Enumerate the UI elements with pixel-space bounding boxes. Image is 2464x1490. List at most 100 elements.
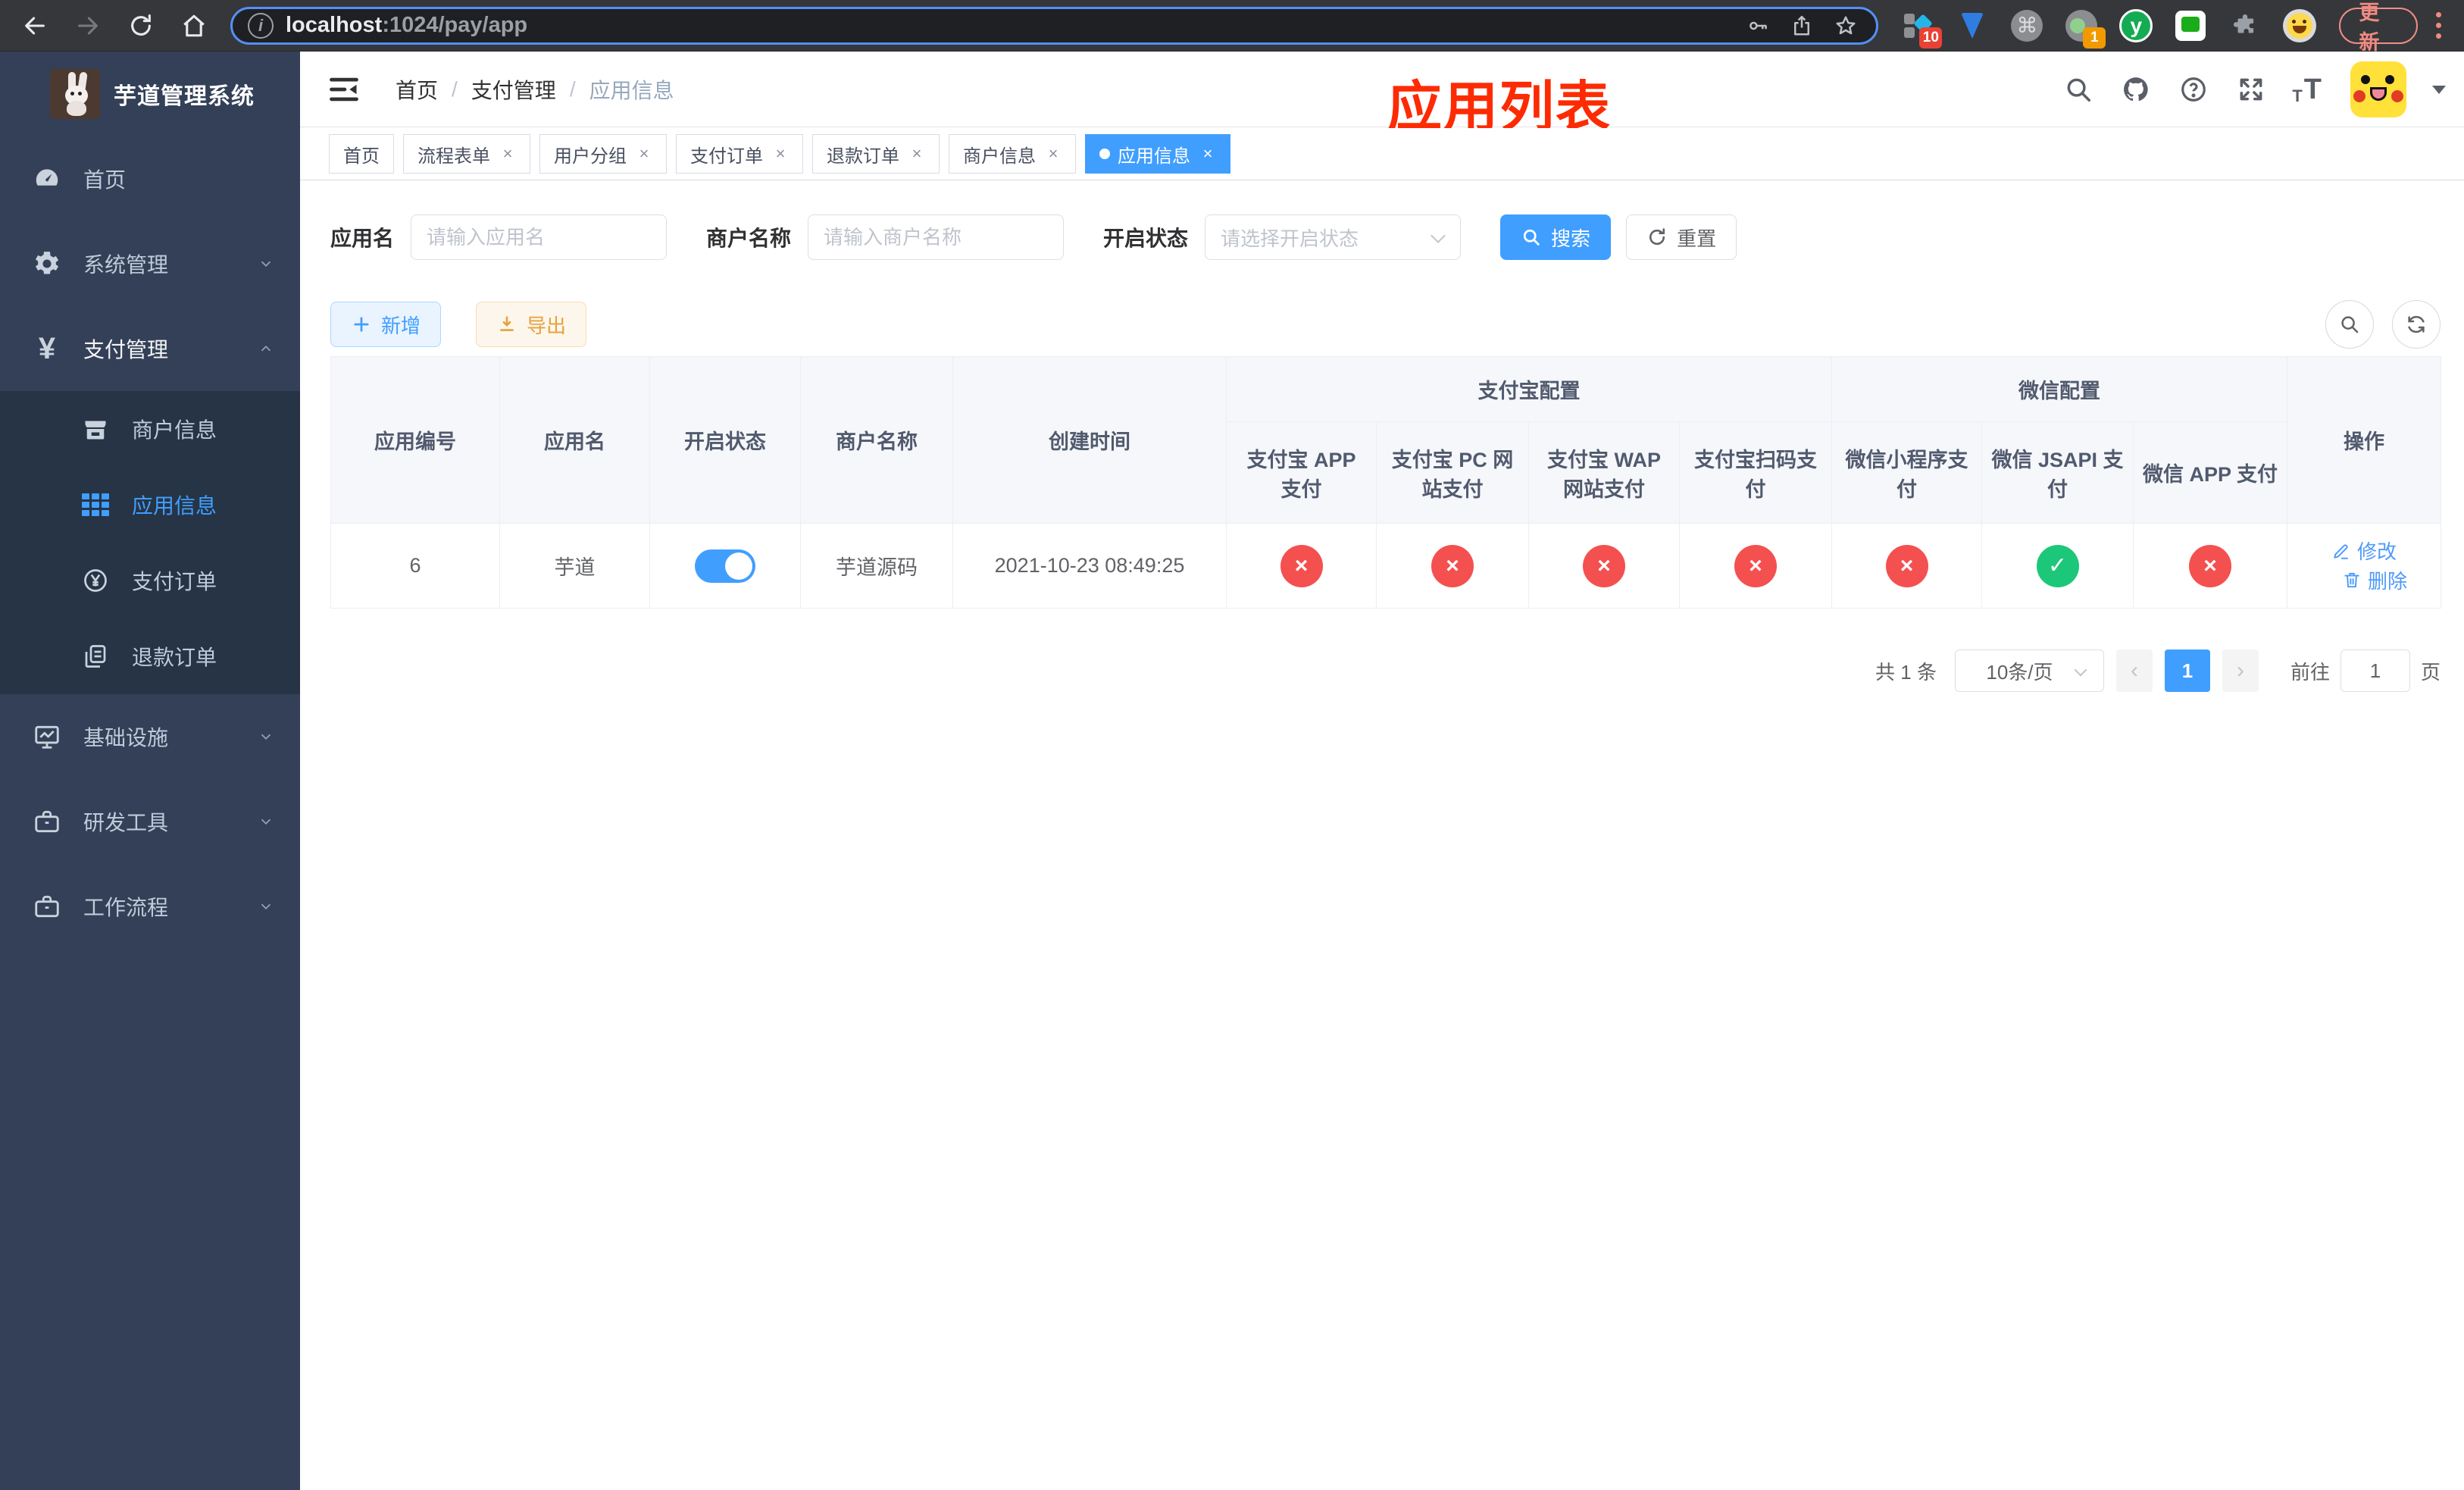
help-icon[interactable] [2177,73,2210,106]
sidebar-item-payment[interactable]: ¥ 支付管理 [0,306,300,391]
ext-chat-icon[interactable] [2174,9,2207,42]
sidebar-item-dev-tools[interactable]: 研发工具 [0,779,300,864]
tab-process-form[interactable]: 流程表单 [403,134,530,174]
sidebar-item-home[interactable]: 首页 [0,136,300,221]
browser-update-button[interactable]: 更新 [2339,2,2419,54]
col-header-alipay-app: 支付宝 APP 支付 [1226,421,1377,524]
tags-view-bar: 首页 流程表单 用户分组 支付订单 退款订单 商户信息 应用信息 [300,128,2464,180]
caret-down-icon[interactable] [2432,85,2446,94]
merchant-name-input[interactable] [808,214,1065,260]
goto-page-input[interactable] [2340,650,2410,692]
tab-close-icon[interactable] [636,144,652,164]
reload-icon[interactable] [124,9,158,42]
yen-icon: ¥ [38,332,56,365]
col-header-wechat-app: 微信 APP 支付 [2133,421,2287,524]
add-button[interactable]: 新增 [330,302,441,347]
sidebar-item-pay-order[interactable]: 支付订单 [0,543,300,618]
collapse-sidebar-icon[interactable] [326,71,362,108]
url-bar[interactable]: i localhost:1024/pay/app [230,6,1879,45]
col-header-wechat-jsapi: 微信 JSAPI 支付 [1981,421,2134,524]
tab-home[interactable]: 首页 [329,134,394,174]
ext-lens-icon[interactable]: 1 [2065,9,2106,49]
status-select[interactable]: 请选择开启状态 [1205,214,1462,260]
ext-y-icon[interactable]: y [2119,8,2153,42]
app-name-input[interactable] [411,214,668,260]
forward-icon[interactable] [71,9,105,42]
info-icon[interactable]: i [248,12,274,39]
search-button[interactable]: 搜索 [1500,214,1612,260]
tab-pay-order[interactable]: 支付订单 [676,134,803,174]
sidebar-item-workflow[interactable]: 工作流程 [0,864,300,949]
font-size-icon[interactable]: TT [2292,74,2322,106]
ext-blocks-icon[interactable]: 10 [1901,9,1943,49]
cell-app-id: 6 [330,523,500,609]
sidebar-item-label: 基础设施 [83,726,169,750]
sidebar-item-system[interactable]: 系统管理 [0,221,300,306]
logo-image [50,69,100,119]
tab-refund-order[interactable]: 退款订单 [812,134,940,174]
cell-status [649,523,801,609]
search-icon[interactable] [2062,73,2095,106]
url-path: :1024/pay/app [382,13,528,37]
home-icon[interactable] [177,9,211,42]
extensions-area: 10 ⌘ 1 y [1901,8,2317,49]
refresh-table-button[interactable] [2392,300,2441,349]
prev-page-button[interactable] [2115,650,2153,692]
col-header-app-name: 应用名 [499,356,650,524]
ext-badge: 1 [2083,27,2106,49]
col-header-merchant: 商户名称 [800,356,953,524]
monitor-chart-icon [30,720,64,753]
show-search-button[interactable] [2325,300,2374,349]
breadcrumb-section[interactable]: 支付管理 [471,74,556,105]
tab-close-icon[interactable] [772,144,789,164]
group-header-alipay: 支付宝配置 [1226,356,1832,422]
breadcrumb-home[interactable]: 首页 [396,74,438,105]
col-header-alipay-qr: 支付宝扫码支付 [1679,421,1832,524]
page-size-select[interactable]: 10条/页 [1954,650,2104,692]
grid-icon [79,488,112,521]
refresh-icon [1649,228,1665,246]
bookmark-star-icon[interactable] [1831,11,1861,41]
sidebar-item-label: 研发工具 [83,811,169,834]
edit-button[interactable]: 修改 [2331,537,2397,565]
ext-command-icon[interactable]: ⌘ [2010,9,2043,42]
col-header-created: 创建时间 [952,356,1227,524]
back-icon[interactable] [18,9,52,42]
sidebar-item-app-info[interactable]: 应用信息 [0,467,300,543]
tab-merchant-info[interactable]: 商户信息 [949,134,1076,174]
app-table: 应用编号 应用名 开启状态 商户名称 创建时间 支付宝配置 微信配置 操作 支付… [330,356,2441,609]
sidebar-item-refund-order[interactable]: 退款订单 [0,618,300,694]
tab-close-icon[interactable] [1045,144,1062,164]
avatar[interactable] [2350,61,2406,117]
cell-created: 2021-10-23 08:49:25 [952,523,1227,609]
key-icon[interactable] [1743,11,1773,41]
export-button[interactable]: 导出 [476,302,586,347]
cell-app-name: 芋道 [499,523,650,609]
tab-close-icon[interactable] [1199,144,1216,164]
tab-user-group[interactable]: 用户分组 [539,134,667,174]
browser-menu-icon[interactable] [2424,9,2453,42]
extensions-puzzle-icon[interactable] [2228,9,2262,42]
github-icon[interactable] [2119,73,2153,106]
sidebar-item-merchant-info[interactable]: 商户信息 [0,391,300,467]
reset-button[interactable]: 重置 [1626,214,1737,260]
status-toggle[interactable] [695,549,755,583]
next-page-button[interactable] [2222,650,2259,692]
share-icon[interactable] [1787,11,1817,41]
tab-close-icon[interactable] [499,144,516,164]
plus-icon [354,317,369,332]
search-icon [1523,229,1540,246]
group-header-wechat: 微信配置 [1831,356,2287,422]
ext-gem-icon[interactable] [1956,9,1989,42]
sidebar-item-label: 支付管理 [83,338,169,362]
fullscreen-icon[interactable] [2234,73,2268,106]
app-logo[interactable]: 芋道管理系统 [0,52,300,136]
tab-close-icon[interactable] [908,144,925,164]
cell-merchant: 芋道源码 [800,523,953,609]
delete-button[interactable]: 删除 [2342,566,2407,594]
sidebar-item-infrastructure[interactable]: 基础设施 [0,694,300,779]
page-number-button[interactable]: 1 [2164,650,2210,692]
trash-icon [2344,572,2359,588]
tab-app-info[interactable]: 应用信息 [1085,134,1230,174]
ext-emoji-icon[interactable] [2283,8,2317,42]
